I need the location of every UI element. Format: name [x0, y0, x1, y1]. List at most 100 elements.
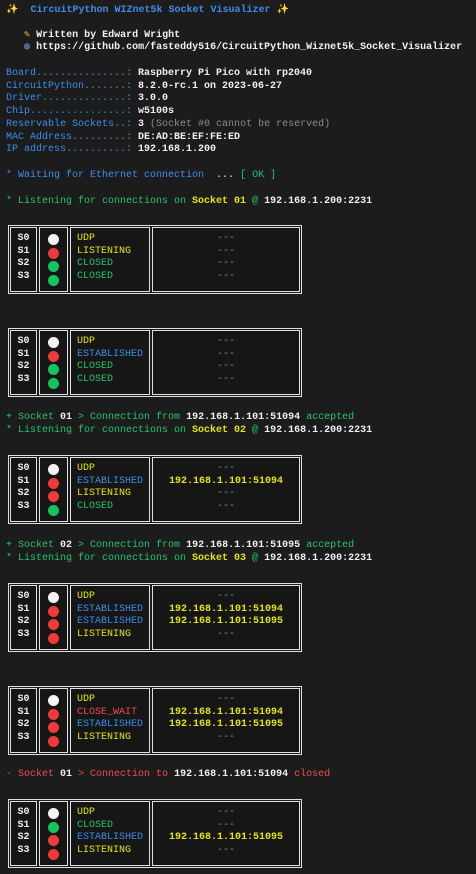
status-cell [40, 722, 67, 735]
socket-state: ESTABLISHED [77, 475, 144, 487]
info-label: Reservable Sockets..: [6, 118, 139, 130]
status-cell [40, 708, 67, 722]
socket-state: UDP [77, 336, 96, 347]
socket-table: S0 S1 S2 S3 UDP ESTABLISHED CLOSED CLOSED --- ---… [8, 328, 302, 397]
socket-id: S0 [17, 694, 30, 705]
socket-id: S1 [17, 348, 30, 360]
info-line: Board...............: Raspberry Pi Pico … [6, 68, 312, 81]
status-cell [40, 247, 67, 261]
status-cell [40, 808, 67, 821]
status-dot-icon [48, 377, 59, 389]
socket-id: S3 [17, 731, 30, 743]
socket-table: S0 S1 S2 S3 UDP CLOSE_WAIT ESTABLISHED LISTENIN… [8, 686, 302, 755]
log-line: * Listening for connections on Socket 02… [6, 425, 372, 438]
socket-state: CLOSED [77, 270, 114, 282]
status-cell [40, 337, 67, 350]
status-dot-icon [48, 821, 59, 833]
socket-id-column: S0 S1 S2 S3 [10, 688, 37, 753]
status-dot-icon [48, 274, 59, 286]
socket-id-column: S0 S1 S2 S3 [10, 801, 37, 866]
status-cell [40, 735, 67, 749]
socket-state: LISTENING [77, 488, 132, 500]
info-label: CircuitPython.......: [6, 80, 139, 92]
socket-id: S2 [17, 719, 30, 731]
info-value: 192.168.1.200 [138, 144, 217, 156]
info-value: DE:AD:BE:EF:FE:ED [138, 131, 241, 143]
socket-address: --- [216, 373, 235, 385]
status-dot-icon [48, 350, 59, 362]
address-column: --- 192.168.1.101:51094 192.168.1.101:5109… [152, 585, 300, 650]
status-dot-icon [48, 491, 59, 503]
socket-address: --- [216, 270, 235, 282]
info-label: Board...............: [6, 68, 139, 79]
socket-state: LISTENING [77, 731, 132, 743]
log-segment: 02 [60, 540, 73, 551]
socket-id-column: S0 S1 S2 S3 [10, 457, 37, 522]
socket-state: CLOSE_WAIT [77, 706, 138, 718]
info-line: CircuitPython.......: 8.2.0-rc.1 on 2023… [6, 81, 282, 94]
socket-state: LISTENING [77, 245, 132, 257]
info-value: Raspberry Pi Pico with rp2040 [138, 68, 313, 79]
socket-address: --- [216, 245, 235, 257]
log-segment: Socket 02 [192, 425, 247, 436]
log-segment: 192.168.1.200:2231 [264, 196, 373, 207]
status-dot-icon [48, 619, 59, 631]
socket-address: --- [216, 488, 235, 500]
info-label: Driver..............: [6, 93, 139, 105]
state-column: UDP CLOSE_WAIT ESTABLISHED LISTENING [70, 688, 150, 753]
socket-state: LISTENING [77, 628, 132, 640]
socket-address: --- [216, 807, 235, 818]
log-segment: 192.168.1.101:51094 [174, 769, 289, 780]
status-dot-icon [48, 835, 59, 847]
info-label: MAC Address.........: [6, 131, 139, 143]
waiting-line: * Waiting for Ethernet connection ... [ … [6, 170, 276, 183]
address-column: --- --- --- --- [152, 330, 300, 395]
status-dot-icon [48, 592, 59, 603]
log-segment: 192.168.1.200:2231 [264, 425, 373, 436]
socket-id: S1 [17, 245, 30, 257]
waiting-text: * Waiting for Ethernet connection [6, 170, 211, 181]
state-column: UDP ESTABLISHED LISTENING CLOSED [70, 457, 150, 522]
socket-state: LISTENING [77, 844, 132, 856]
info-line: Chip................: w5100s [6, 106, 174, 119]
status-cell [40, 695, 67, 708]
status-column [39, 801, 68, 866]
socket-state: ESTABLISHED [77, 348, 144, 360]
socket-state: UDP [77, 233, 96, 244]
status-cell [40, 632, 67, 646]
socket-address: --- [216, 336, 235, 347]
log-line: * Listening for connections on Socket 01… [6, 196, 372, 209]
status-cell [40, 364, 67, 377]
socket-address: --- [216, 591, 235, 602]
socket-address: --- [216, 463, 235, 474]
log-segment: > Connection to [72, 769, 175, 780]
status-dot-icon [48, 632, 59, 644]
status-column [39, 688, 68, 753]
socket-id: S2 [17, 488, 30, 500]
repo-url[interactable]: https://github.com/fasteddy516/CircuitPy… [36, 42, 462, 53]
log-segment: 192.168.1.200:2231 [264, 553, 373, 564]
socket-address: --- [216, 731, 235, 743]
socket-id: S0 [17, 233, 30, 244]
log-segment: 192.168.1.101:51095 [186, 540, 301, 551]
status-cell [40, 605, 67, 619]
info-line: Driver..............: 3.0.0 [6, 93, 168, 106]
waiting-dots: ... [210, 170, 241, 181]
state-column: UDP ESTABLISHED CLOSED CLOSED [70, 330, 150, 395]
author: Written by Edward Wright [36, 30, 181, 41]
log-segment: > Connection from [72, 412, 187, 423]
address-column: --- 192.168.1.101:51094 --- --- [152, 457, 300, 522]
socket-address: 192.168.1.101:51095 [168, 832, 284, 844]
status-dot-icon [48, 477, 59, 489]
log-segment: 01 [60, 769, 73, 780]
status-dot-icon [48, 261, 59, 273]
log-segment: - Socket [6, 769, 61, 780]
status-cell [40, 848, 67, 862]
status-cell [40, 821, 67, 835]
ok-status: [ OK ] [240, 170, 277, 181]
status-dot-icon [48, 708, 59, 720]
address-column: --- --- 192.168.1.101:51095 --- [152, 801, 300, 866]
status-cell [40, 234, 67, 247]
log-line: + Socket 02 > Connection from 192.168.1.… [6, 540, 354, 553]
socket-address: --- [216, 258, 235, 270]
